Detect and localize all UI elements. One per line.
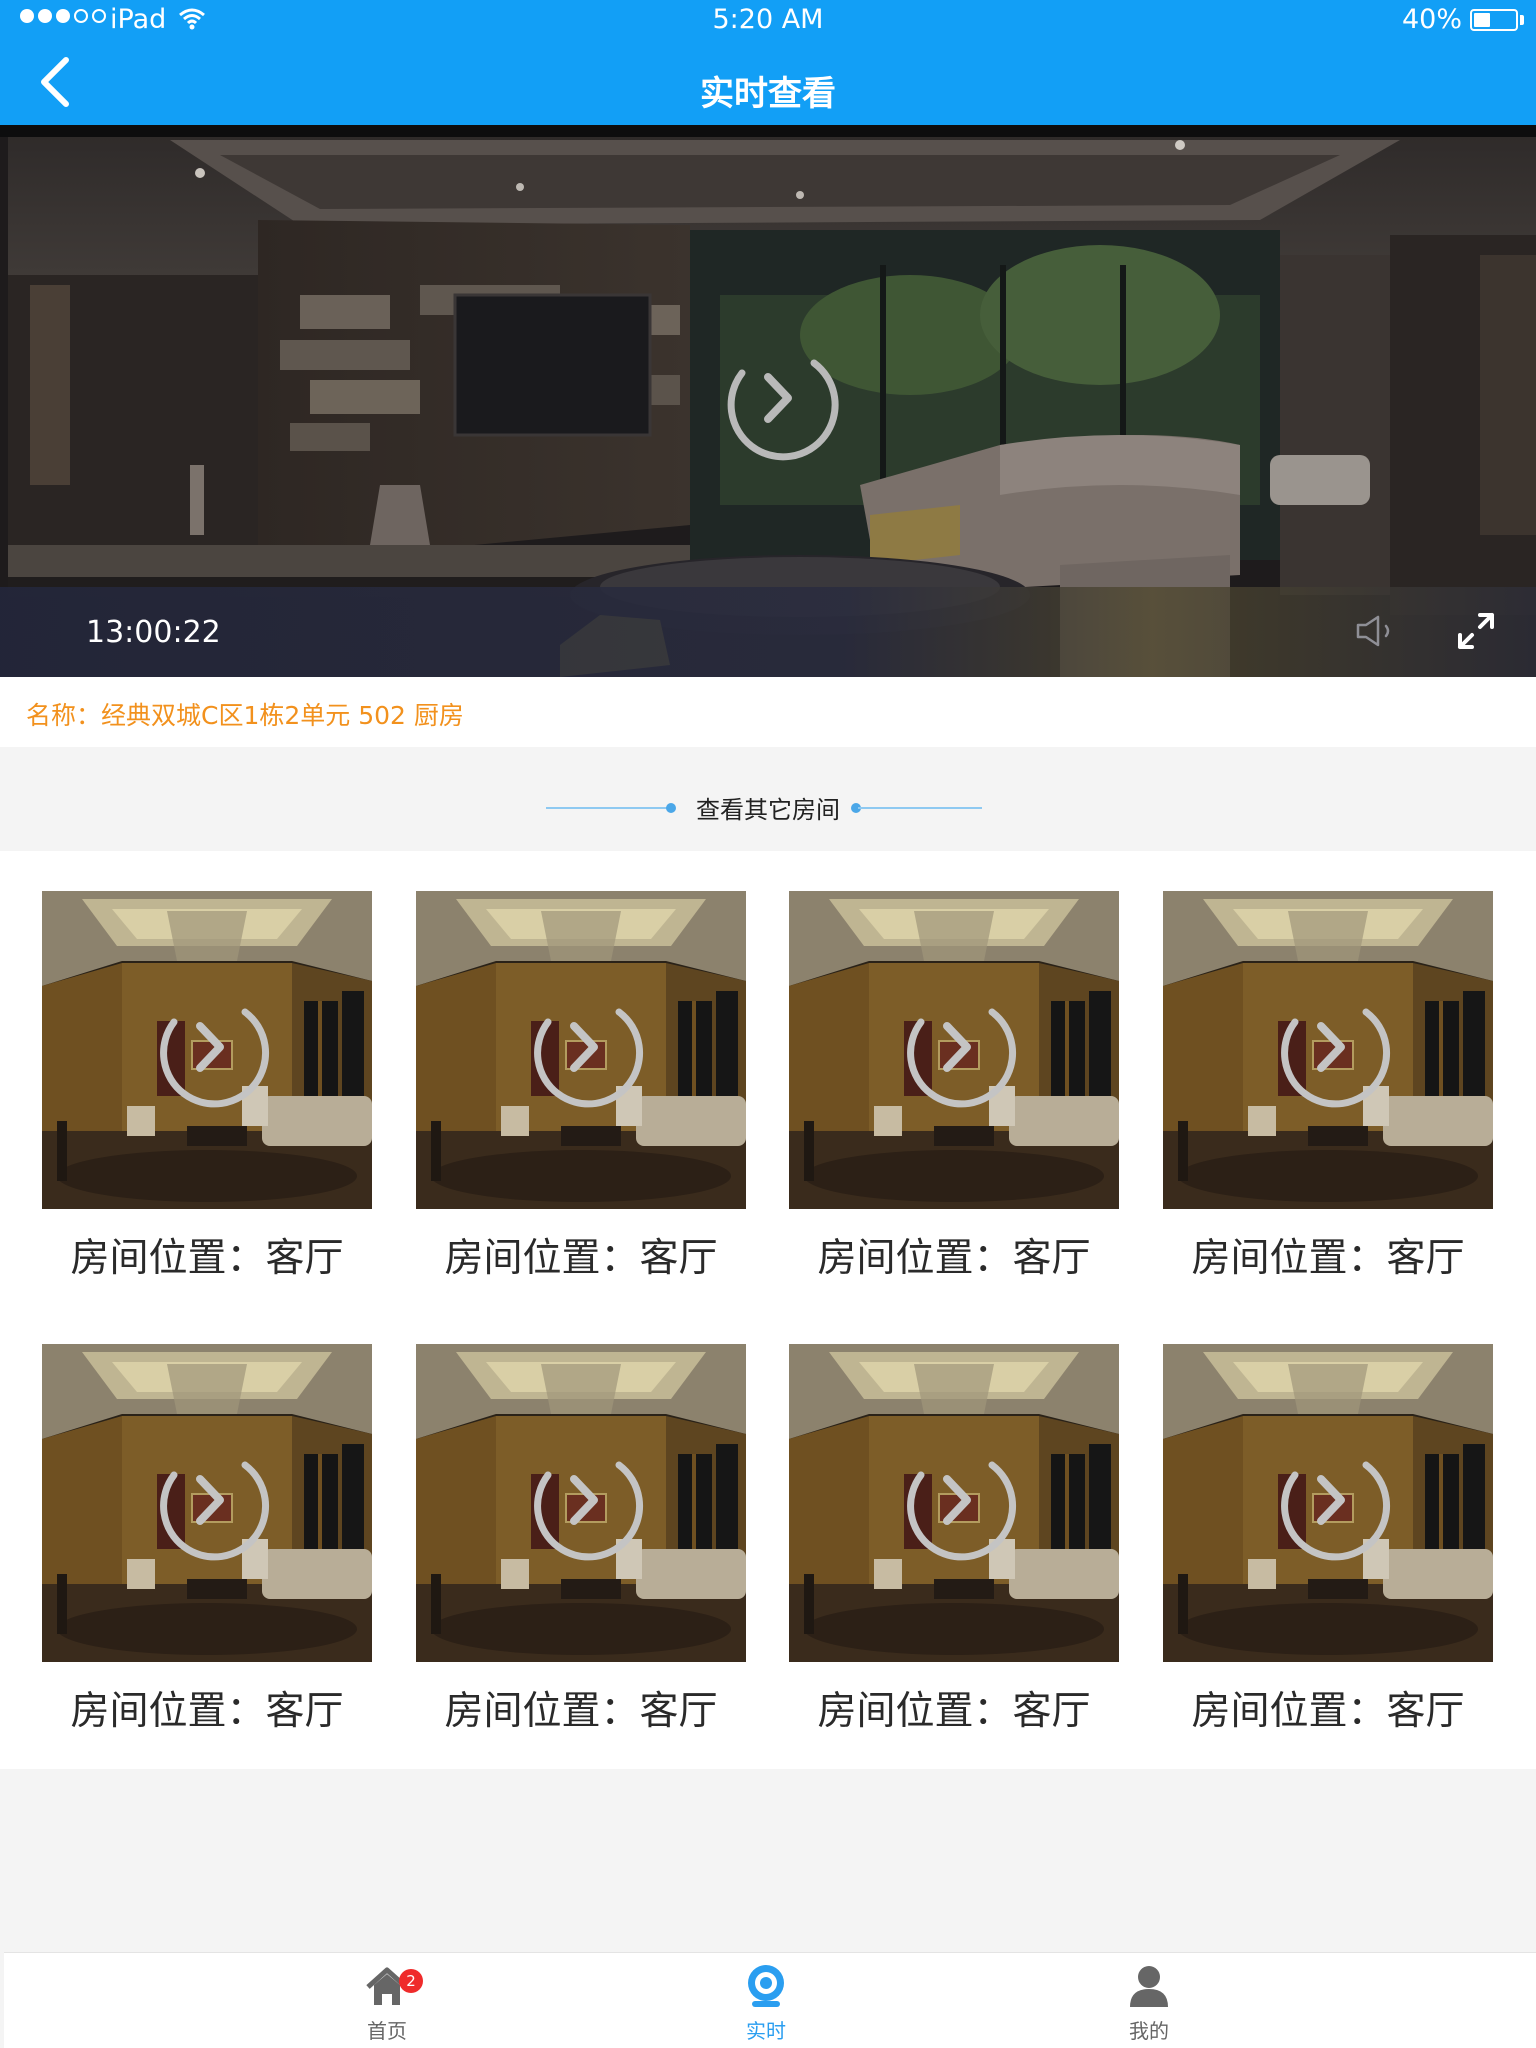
room-thumbnail[interactable]: [42, 891, 372, 1209]
room-thumbnail[interactable]: [789, 1344, 1119, 1662]
room-caption: 房间位置：客厅: [444, 1689, 718, 1734]
tab-profile[interactable]: 我的: [1079, 1953, 1219, 2048]
other-rooms-header: 查看其它房间: [0, 747, 1536, 851]
room-caption: 房间位置：客厅: [70, 1689, 344, 1734]
room-thumbnail[interactable]: [416, 891, 746, 1209]
room-card[interactable]: 房间位置：客厅: [1163, 1344, 1493, 1736]
tab-home-label: 首页: [367, 2019, 407, 2043]
play-icon: [907, 1461, 1017, 1561]
play-icon: [1281, 1461, 1391, 1561]
camera-icon: [748, 1965, 784, 2007]
room-thumbnail[interactable]: [416, 1344, 746, 1662]
bottom-tab-bar: 2 首页 实时 我的: [4, 1952, 1536, 2048]
room-caption: 房间位置：客厅: [817, 1236, 1091, 1281]
room-caption: 房间位置：客厅: [1191, 1689, 1465, 1734]
divider-line-right: [858, 807, 982, 809]
room-card[interactable]: 房间位置：客厅: [42, 1344, 372, 1736]
play-icon: [907, 1008, 1017, 1108]
tab-profile-label: 我的: [1129, 2019, 1169, 2043]
tab-live-label: 实时: [746, 2019, 786, 2043]
play-icon[interactable]: [714, 335, 840, 461]
play-icon: [1281, 1008, 1391, 1108]
notification-badge: 2: [399, 1969, 423, 1993]
app-header: iPad 5:20 AM 40% 实时查看: [0, 0, 1536, 125]
fullscreen-icon[interactable]: [1456, 611, 1496, 651]
section-title: 查看其它房间: [696, 796, 840, 824]
user-icon: [1130, 1966, 1168, 2007]
room-thumbnail[interactable]: [42, 1344, 372, 1662]
speaker-icon[interactable]: [1354, 613, 1400, 649]
battery-icon: [1470, 9, 1518, 31]
play-icon: [534, 1461, 644, 1561]
room-card[interactable]: 房间位置：客厅: [42, 891, 372, 1283]
tab-live[interactable]: 实时: [696, 1953, 836, 2048]
camera-name-label: 名称：经典双城C区1栋2单元 502 厨房: [26, 701, 464, 730]
room-grid: 房间位置：客厅 房间位置：客厅 房间位置：客厅 房间位置：客厅 房间位置：客厅 …: [0, 851, 1536, 1769]
tab-home[interactable]: 2 首页: [317, 1953, 457, 2048]
room-thumbnail[interactable]: [1163, 1344, 1493, 1662]
status-time: 5:20 AM: [712, 4, 824, 35]
room-caption: 房间位置：客厅: [1191, 1236, 1465, 1281]
room-card[interactable]: 房间位置：客厅: [789, 1344, 1119, 1736]
play-icon: [160, 1008, 270, 1108]
live-video-player[interactable]: 13:00:22: [0, 125, 1536, 677]
battery-percent: 40%: [1401, 4, 1462, 35]
play-icon: [534, 1008, 644, 1108]
room-caption: 房间位置：客厅: [444, 1236, 718, 1281]
room-thumbnail[interactable]: [1163, 891, 1493, 1209]
room-thumbnail[interactable]: [789, 891, 1119, 1209]
room-card[interactable]: 房间位置：客厅: [416, 1344, 746, 1736]
play-icon: [160, 1461, 270, 1561]
player-controls: 13:00:22: [0, 587, 1536, 677]
room-card[interactable]: 房间位置：客厅: [416, 891, 746, 1283]
playback-timestamp: 13:00:22: [86, 615, 221, 650]
room-caption: 房间位置：客厅: [70, 1236, 344, 1281]
page-title: 实时查看: [700, 74, 836, 114]
camera-name-row: 名称：经典双城C区1栋2单元 502 厨房: [0, 677, 1536, 747]
status-bar: iPad 5:20 AM 40%: [0, 0, 1536, 40]
room-caption: 房间位置：客厅: [817, 1689, 1091, 1734]
room-card[interactable]: 房间位置：客厅: [789, 891, 1119, 1283]
room-card[interactable]: 房间位置：客厅: [1163, 891, 1493, 1283]
